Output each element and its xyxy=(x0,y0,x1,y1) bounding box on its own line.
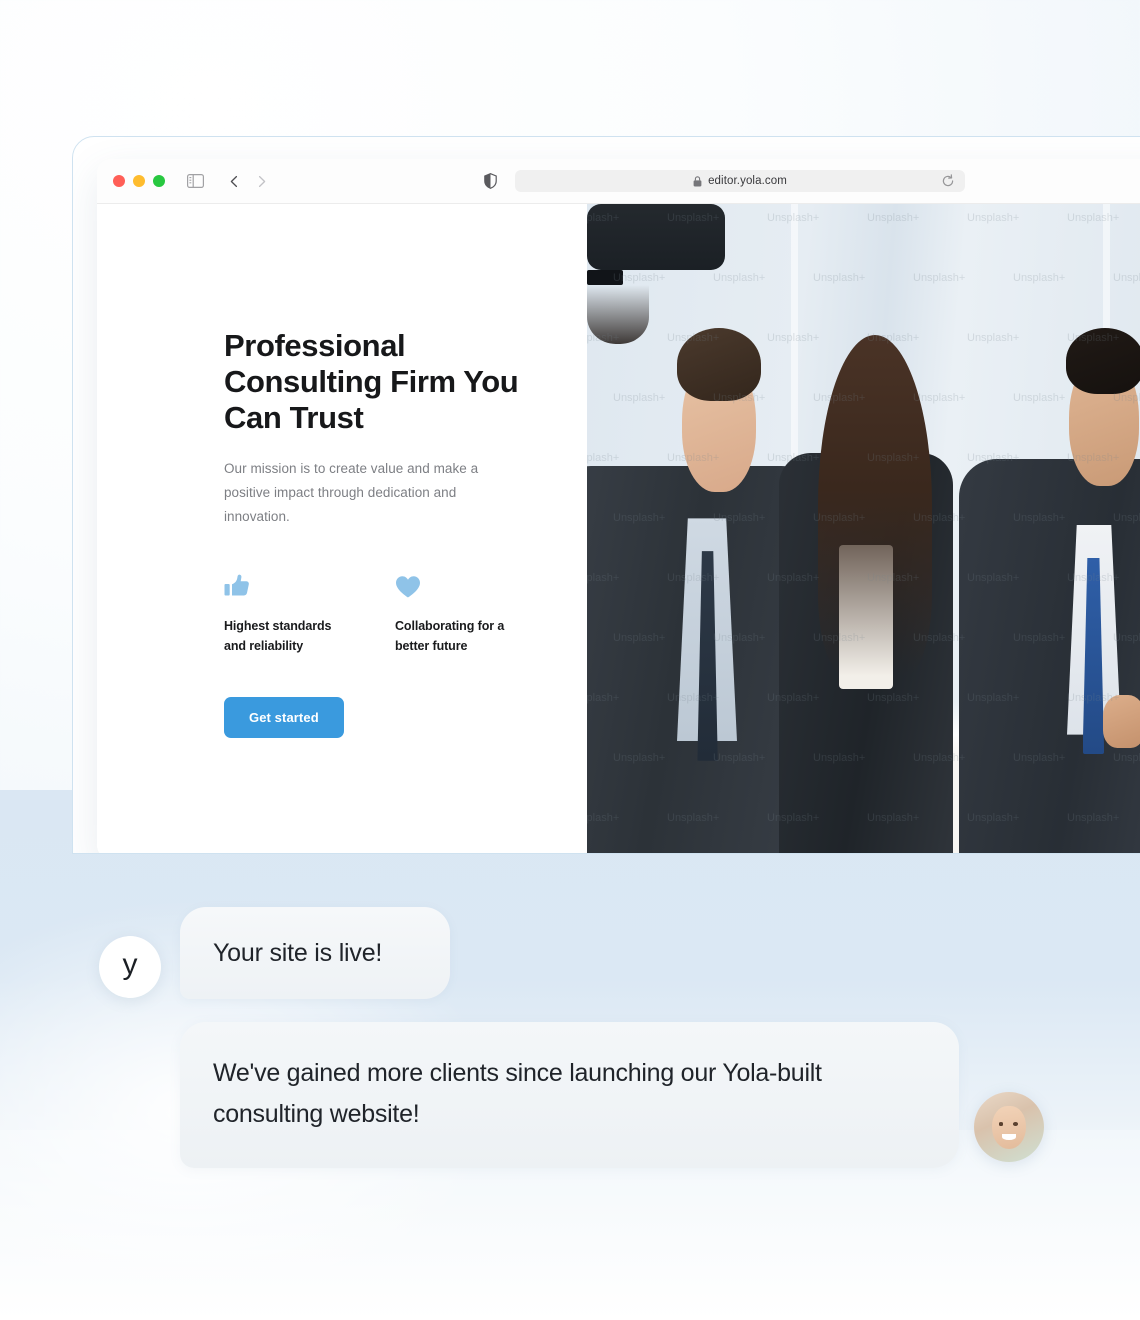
chevron-left-icon[interactable] xyxy=(228,175,241,188)
hero-image: Unsplash+ Unsplash+ Unsplash+ Unsplash+ Unsp… xyxy=(587,204,1140,853)
chevron-right-icon[interactable] xyxy=(255,175,268,188)
avatar-eye xyxy=(1013,1122,1019,1126)
thumbs-up-icon xyxy=(224,569,353,599)
get-started-button[interactable]: Get started xyxy=(224,697,344,739)
feature-item-standards: Highest standards and reliability xyxy=(224,569,353,657)
sidebar-toggle-icon[interactable] xyxy=(187,174,204,188)
chat-bubble-testimonial: We've gained more clients since launchin… xyxy=(180,1022,959,1168)
privacy-shield-icon[interactable] xyxy=(484,173,497,189)
hero-copy: Professional Consulting Firm You Can Tru… xyxy=(224,328,524,739)
watermark-label: Unsplash+ xyxy=(813,272,866,284)
testimonial-text: We've gained more clients since launchin… xyxy=(213,1059,822,1128)
minimize-window-button[interactable] xyxy=(133,175,145,187)
watermark-label: Unsplash+ xyxy=(1013,272,1066,284)
window-traffic-lights[interactable] xyxy=(113,175,165,187)
navigation-arrows[interactable] xyxy=(228,175,268,188)
watermark-label: Unsplash+ xyxy=(867,212,920,224)
heart-icon xyxy=(395,569,524,599)
watermark-label: Unsplash+ xyxy=(967,212,1020,224)
page-title: Professional Consulting Firm You Can Tru… xyxy=(224,328,519,435)
watermark-label: Unsplash+ xyxy=(913,272,966,284)
avatar-face xyxy=(992,1106,1026,1150)
close-window-button[interactable] xyxy=(113,175,125,187)
browser-window: editor.yola.com Professional Consulting … xyxy=(72,136,1140,854)
browser-toolbar: editor.yola.com xyxy=(97,159,1140,204)
chat-bubble-status: Your site is live! xyxy=(180,907,450,999)
hero-subtitle: Our mission is to create value and make … xyxy=(224,460,479,524)
feature-list: Highest standards and reliability Collab… xyxy=(224,569,524,657)
person-right-beard xyxy=(587,285,650,345)
feature-item-collaboration: Collaborating for a better future xyxy=(395,569,524,657)
website-viewport: Professional Consulting Firm You Can Tru… xyxy=(97,204,1140,853)
feature-label: Highest standards and reliability xyxy=(224,618,332,654)
watermark-label: Unsplash+ xyxy=(1113,272,1140,284)
watermark-label: Unsplash+ xyxy=(1013,392,1066,404)
yola-avatar: y xyxy=(99,936,161,998)
watermark-label: Unsplash+ xyxy=(613,392,666,404)
watermark-label: Unsplash+ xyxy=(587,452,620,464)
watermark-label: Unsplash+ xyxy=(713,272,766,284)
avatar-eye xyxy=(998,1122,1004,1126)
testimonial-author-avatar xyxy=(974,1092,1044,1162)
maximize-window-button[interactable] xyxy=(153,175,165,187)
address-bar-url: editor.yola.com xyxy=(708,175,787,187)
chat-message-text: Your site is live! xyxy=(213,938,383,967)
yola-logo-glyph: y xyxy=(122,948,138,981)
browser-window-inner: editor.yola.com Professional Consulting … xyxy=(97,159,1140,853)
lock-icon xyxy=(693,175,702,187)
hero-photo: Unsplash+ Unsplash+ Unsplash+ Unsplash+ Unsp… xyxy=(587,204,1140,853)
person-right-hand xyxy=(1103,695,1140,748)
watermark-label: Unsplash+ xyxy=(967,332,1020,344)
reload-icon[interactable] xyxy=(941,174,955,193)
watermark-label: Unsplash+ xyxy=(913,392,966,404)
watermark-label: Unsplash+ xyxy=(1067,212,1120,224)
hero-text-column: Professional Consulting Firm You Can Tru… xyxy=(97,204,587,853)
person-center-belt xyxy=(587,269,623,286)
person-center-arms xyxy=(587,204,725,270)
person-right-hair xyxy=(1065,328,1140,394)
feature-label: Collaborating for a better future xyxy=(395,618,505,654)
person-center-hair xyxy=(818,335,932,676)
person-left-hair xyxy=(677,328,761,401)
address-bar[interactable]: editor.yola.com xyxy=(515,170,965,192)
